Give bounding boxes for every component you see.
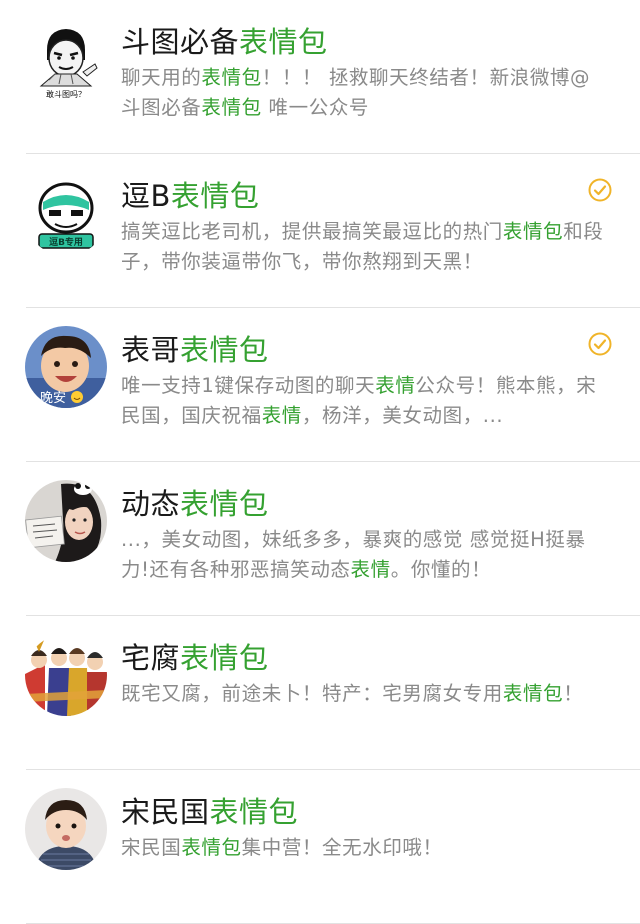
account-name: 逗B表情包 xyxy=(121,179,260,213)
description-text: 集中营！全无水印哦！ xyxy=(241,836,443,859)
description-text: 搞笑逗比老司机，提供最搞笑最逗比的热门 xyxy=(121,220,503,243)
description-text: 宋民国 xyxy=(121,836,182,859)
account-description: 唯一支持1键保存动图的聊天表情公众号！熊本熊，宋民国，国庆祝福表情，杨洋，美女动… xyxy=(121,371,607,431)
highlight-keyword: 表情 xyxy=(375,374,416,397)
anime-group-avatar-icon[interactable] xyxy=(25,634,107,716)
account-name: 宅腐表情包 xyxy=(121,641,269,675)
account-description: 聊天用的表情包！！！ 拯救聊天终结者！新浪微博@斗图必备表情包 唯一公众号 xyxy=(121,63,607,123)
account-name: 动态表情包 xyxy=(121,487,269,521)
description-text: ，杨洋，美女动图，... xyxy=(301,404,504,427)
svg-text:敢斗图吗？: 敢斗图吗？ xyxy=(46,89,86,99)
account-name: 表哥表情包 xyxy=(121,333,269,367)
highlight-keyword: 表情包 xyxy=(201,66,262,89)
account-description: 宋民国表情包集中营！全无水印哦！ xyxy=(121,833,607,863)
verified-icon xyxy=(588,178,612,202)
account-name: 宋民国表情包 xyxy=(121,795,299,829)
description-text: 唯一支持1键保存动图的聊天 xyxy=(121,374,376,397)
girl-photo-avatar-icon[interactable] xyxy=(25,480,107,562)
highlight-keyword: 表情 xyxy=(350,558,391,581)
account-description: 既宅又腐，前途未卜！特产：宅男腐女专用表情包！ xyxy=(121,679,607,709)
account-description: 搞笑逗比老司机，提供最搞笑最逗比的热门表情包和段子，带你装逼带你飞，带你熬翔到天… xyxy=(121,217,607,277)
highlight-keyword: 表情 xyxy=(261,404,302,427)
highlight-keyword: 表情包 xyxy=(201,96,262,119)
account-item-songminguo[interactable]: 宋民国表情包 宋民国表情包集中营！全无水印哦！ xyxy=(0,770,640,924)
description-text: 唯一公众号 xyxy=(261,96,370,119)
description-text: ！ xyxy=(563,682,584,705)
highlight-keyword: 表情包 xyxy=(502,220,564,243)
account-item-biaoge[interactable]: 晚安 表哥表情包 唯一支持1键保存动图的聊天表情公众号！熊本熊，宋民国，国庆祝福… xyxy=(0,308,640,462)
account-name: 斗图必备表情包 xyxy=(121,25,328,59)
account-item-doutu[interactable]: 敢斗图吗？ 斗图必备表情包 聊天用的表情包！！！ 拯救聊天终结者！新浪微博@斗图… xyxy=(0,0,640,154)
svg-text:逗B专用: 逗B专用 xyxy=(49,236,83,248)
green-mask-avatar-icon[interactable]: 逗B专用 xyxy=(25,174,107,256)
account-item-dongtai[interactable]: 动态表情包 ...，美女动图，妹纸多多，暴爽的感觉 感觉挺H挺暴力!还有各种邪恶… xyxy=(0,462,640,616)
highlight-keyword: 表情包 xyxy=(181,836,242,859)
account-description: ...，美女动图，妹纸多多，暴爽的感觉 感觉挺H挺暴力!还有各种邪恶搞笑动态表情… xyxy=(121,525,607,585)
account-item-doub[interactable]: 逗B专用 逗B表情包 搞笑逗比老司机，提供最搞笑最逗比的热门表情包和段子，带你装… xyxy=(0,154,640,308)
highlight-keyword: 表情包 xyxy=(502,682,564,705)
description-text: 。你懂的！ xyxy=(390,558,492,581)
child-photo-avatar-icon[interactable]: 晚安 xyxy=(25,326,107,408)
account-item-zhaifu[interactable]: 宅腐表情包 既宅又腐，前途未卜！特产：宅男腐女专用表情包！ xyxy=(0,616,640,770)
description-text: 聊天用的 xyxy=(121,66,202,89)
meme-face-avatar-icon[interactable]: 敢斗图吗？ xyxy=(25,20,107,102)
description-text: 既宅又腐，前途未卜！特产：宅男腐女专用 xyxy=(121,682,503,705)
search-result-list: 敢斗图吗？ 斗图必备表情包 聊天用的表情包！！！ 拯救聊天终结者！新浪微博@斗图… xyxy=(0,0,640,924)
svg-text:晚安: 晚安 xyxy=(40,391,66,406)
verified-icon xyxy=(588,332,612,356)
toddler-photo-avatar-icon[interactable] xyxy=(25,788,107,870)
